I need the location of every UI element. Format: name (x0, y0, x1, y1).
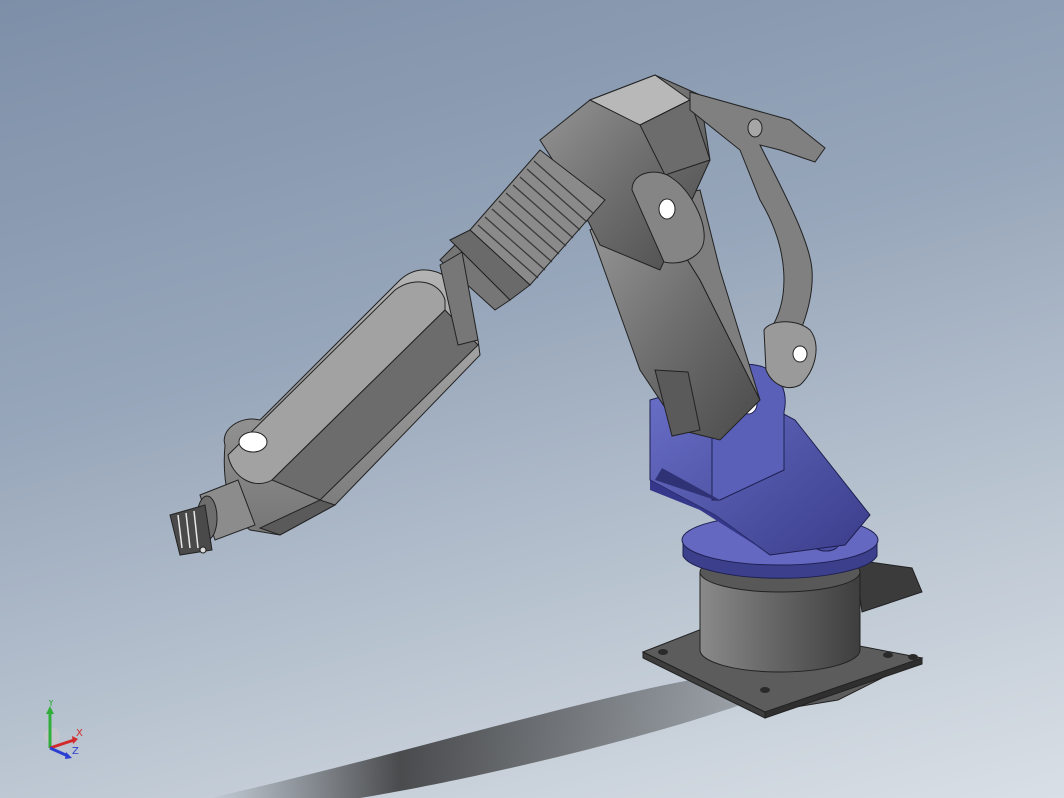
x-axis-label: X (76, 728, 83, 739)
z-axis-arrow (49, 746, 69, 758)
gripper (169, 504, 213, 556)
robot-arm-model[interactable] (0, 0, 1064, 798)
y-axis-label: Y (47, 700, 55, 709)
base-side-bracket (854, 559, 923, 613)
graphics-viewport[interactable]: Y X Z (0, 0, 1064, 798)
forearm (223, 251, 481, 536)
z-axis-label: Z (72, 746, 79, 757)
floor-shadow (210, 678, 752, 798)
orientation-triad: Y X Z (44, 700, 83, 759)
